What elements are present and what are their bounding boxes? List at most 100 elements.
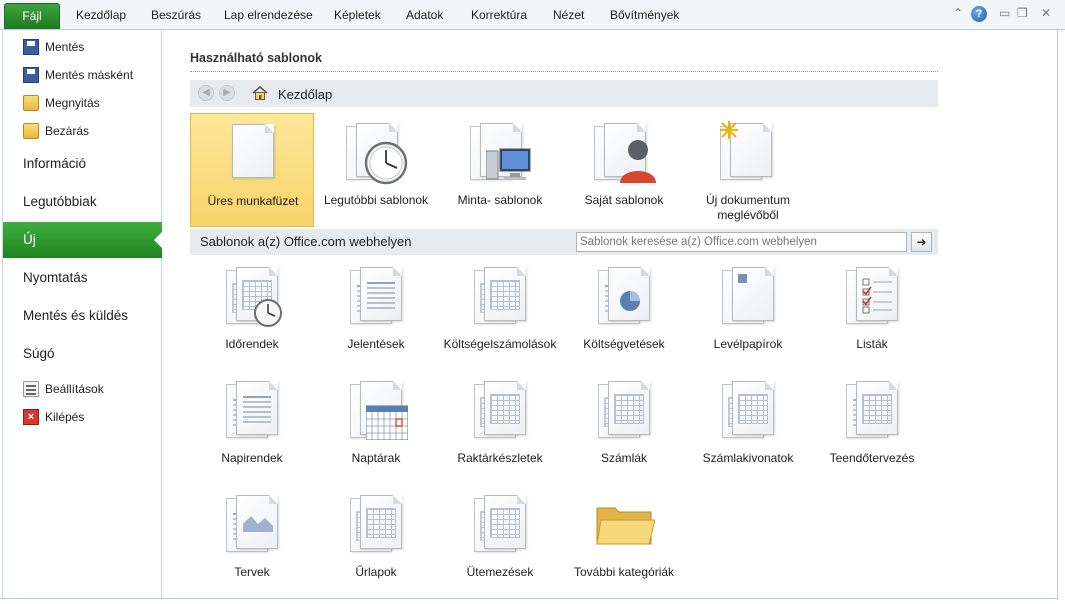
nav-exit[interactable]: × Kilépés (23, 407, 84, 427)
template-label: Üres munkafüzet (207, 194, 299, 208)
grid-lines-icon (490, 280, 520, 310)
category-label: Listák (856, 337, 888, 351)
category-expense-reports[interactable]: Költségelszámolások (438, 262, 562, 370)
category-more[interactable]: További kategóriák (562, 490, 686, 598)
search-go-button[interactable]: ➜ (911, 232, 932, 252)
grid-lines-icon (738, 394, 768, 424)
save-icon (23, 39, 39, 55)
category-label: Űrlapok (355, 565, 397, 579)
category-label: Számlák (600, 451, 647, 465)
tab-home[interactable]: Kezdőlap (76, 8, 126, 22)
arrow-right-icon: ➜ (916, 235, 927, 249)
computer-icon (486, 148, 531, 180)
minimize-icon[interactable]: ▭ (999, 6, 1010, 20)
restore-icon[interactable]: ❐ (1017, 6, 1028, 20)
breadcrumb[interactable]: Kezdőlap (278, 87, 332, 102)
category-label: Levélpapírok (713, 337, 783, 351)
grid-lines-icon (490, 394, 520, 424)
category-reports[interactable]: Jelentések (314, 262, 438, 370)
open-folder-icon (23, 95, 39, 111)
nav-save-as[interactable]: Mentés másként (23, 65, 133, 85)
doc-shape (236, 495, 278, 549)
grid-lines-icon (862, 394, 892, 424)
window-border-right (1057, 30, 1058, 600)
category-budgets[interactable]: Költségvetések (562, 262, 686, 370)
category-letterheads[interactable]: Levélpapírok (686, 262, 810, 370)
pie-chart-icon (620, 291, 640, 311)
tab-formulas[interactable]: Képletek (334, 8, 381, 22)
tab-review[interactable]: Korrektúra (471, 8, 527, 22)
checklist-icon (862, 278, 892, 314)
category-calendars[interactable]: Naptárak (314, 376, 438, 484)
nav-open[interactable]: Megnyitás (23, 93, 100, 113)
category-agendas[interactable]: Napirendek (190, 376, 314, 484)
category-label: Napirendek (221, 451, 283, 465)
category-schedules[interactable]: Ütemezések (438, 490, 562, 598)
clock-icon (254, 299, 282, 327)
doc-shape (236, 381, 278, 435)
category-invoices[interactable]: Számlák (562, 376, 686, 484)
nav-close[interactable]: Bezárás (23, 121, 89, 141)
nav-new[interactable]: Új (3, 222, 162, 258)
office-templates-label: Sablonok a(z) Office.com webhelyen (200, 234, 412, 249)
nav-help[interactable]: Súgó (3, 336, 162, 372)
template-label: Saját sablonok (584, 193, 664, 207)
close-icon[interactable]: ✕ (1041, 6, 1051, 20)
tab-addins[interactable]: Bővítmények (610, 8, 679, 22)
category-planners[interactable]: Teendőtervezés (810, 376, 934, 484)
category-forms[interactable]: Űrlapok (314, 490, 438, 598)
category-label: Költségelszámolások (443, 337, 557, 351)
clock-icon (364, 141, 408, 185)
category-lists[interactable]: Listák (810, 262, 934, 370)
template-label: Minta- sablonok (457, 193, 543, 207)
section-divider (190, 71, 938, 72)
calendar-icon (366, 405, 408, 440)
nav-options-label: Beállítások (45, 382, 104, 396)
tab-page-layout[interactable]: Lap elrendezése (224, 8, 313, 22)
collapse-ribbon-icon[interactable]: ⌃ (953, 6, 963, 20)
template-label: Új dokumentum meglévőből (705, 193, 791, 222)
grid-lines-icon (366, 508, 396, 538)
template-blank-workbook[interactable]: Üres munkafüzet (190, 113, 314, 227)
template-recent[interactable]: Legutóbbi sablonok (314, 113, 438, 227)
category-label: Jelentések (347, 337, 405, 351)
backstage-nav: Mentés Mentés másként Megnyitás Bezárás … (2, 30, 162, 598)
category-plans[interactable]: Tervek (190, 490, 314, 598)
tab-view[interactable]: Nézet (553, 8, 584, 22)
doc-shape (856, 381, 898, 435)
doc-shape (484, 495, 526, 549)
home-icon[interactable] (252, 85, 268, 101)
nav-info[interactable]: Információ (3, 146, 162, 182)
back-arrow-icon[interactable]: ◀ (198, 85, 214, 101)
help-icon[interactable]: ? (971, 6, 987, 22)
ribbon-tab-bar: Fájl Kezdőlap Beszúrás Lap elrendezése K… (0, 0, 1065, 30)
category-label: Tervek (234, 565, 270, 579)
template-label: Legutóbbi sablonok (323, 193, 429, 207)
area-chart-icon (243, 516, 273, 532)
grid-lines-icon (614, 394, 644, 424)
category-statements[interactable]: Számlakivonatok (686, 376, 810, 484)
nav-save-send[interactable]: Mentés és küldés (3, 298, 162, 334)
nav-print[interactable]: Nyomtatás (3, 260, 162, 296)
forward-arrow-icon[interactable]: ▶ (219, 85, 235, 101)
doc-shape (856, 267, 898, 321)
template-sample[interactable]: Minta- sablonok (438, 113, 562, 227)
nav-recent[interactable]: Legutóbbiak (3, 184, 162, 220)
doc-shape (732, 267, 774, 321)
tab-insert[interactable]: Beszúrás (151, 8, 201, 22)
template-search-input[interactable] (576, 232, 907, 252)
template-my[interactable]: Saját sablonok (562, 113, 686, 227)
category-timelines[interactable]: Időrendek (190, 262, 314, 370)
nav-save[interactable]: Mentés (23, 37, 84, 57)
nav-save-as-label: Mentés másként (45, 68, 134, 82)
template-from-existing[interactable]: Új dokumentum meglévőből (686, 113, 810, 227)
tab-data[interactable]: Adatok (406, 8, 443, 22)
doc-shape (608, 381, 650, 435)
doc-shape (360, 267, 402, 321)
category-label: Számlakivonatok (702, 451, 794, 465)
doc-shape (484, 381, 526, 435)
nav-options[interactable]: Beállítások (23, 379, 104, 399)
doc-shape (732, 381, 774, 435)
tab-file[interactable]: Fájl (4, 3, 60, 29)
category-inventories[interactable]: Raktárkészletek (438, 376, 562, 484)
